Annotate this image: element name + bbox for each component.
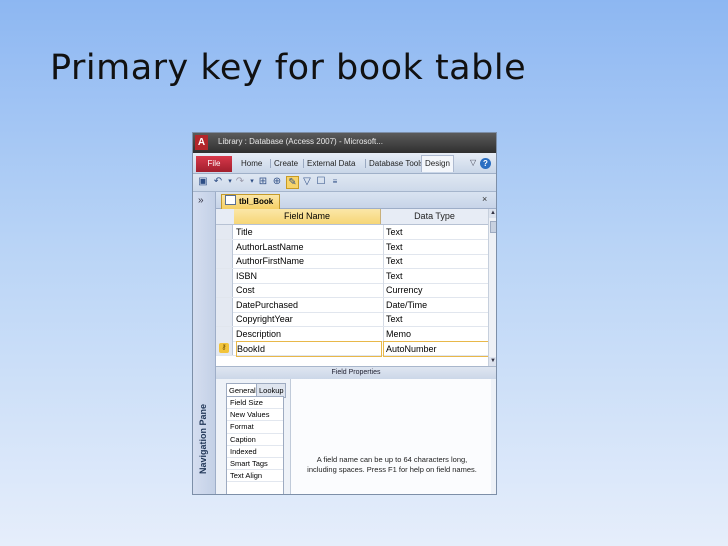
relationships-icon[interactable]: ⊕ — [271, 176, 283, 188]
filter-icon[interactable]: ▽ — [301, 176, 313, 188]
row-selector[interactable] — [216, 326, 233, 341]
field-name-cell[interactable]: Title — [236, 225, 380, 239]
table-row[interactable]: AuthorFirstName Text — [216, 254, 488, 269]
customize-toolbar-icon[interactable]: ≡ — [329, 176, 341, 188]
property-help-text: A field name can be up to 64 characters … — [307, 455, 477, 474]
slide-title: Primary key for book table — [50, 48, 527, 88]
row-selector[interactable] — [216, 283, 233, 297]
column-header-data-type[interactable]: Data Type — [381, 209, 488, 224]
ribbon-minimize-icon[interactable]: ▽ — [470, 158, 476, 167]
row-selector[interactable] — [216, 312, 233, 326]
help-icon[interactable]: ? — [480, 158, 491, 169]
property-item[interactable]: Field Size — [227, 397, 283, 410]
row-selector[interactable] — [216, 268, 233, 283]
field-name-cell[interactable]: CopyrightYear — [236, 312, 380, 326]
tab-file[interactable]: File — [196, 156, 232, 172]
row-selector[interactable]: ⚷ — [216, 341, 233, 355]
scroll-down-icon[interactable]: ▼ — [489, 357, 496, 366]
primary-key-icon[interactable]: ✎ — [286, 176, 299, 189]
quick-access-toolbar: ▣ ↶ ▾ ↷ ▾ ⊞ ⊕ ✎ ▽ ☐ ≡ — [193, 174, 496, 192]
field-name-cell[interactable]: BookId — [236, 341, 382, 357]
title-bar: A Library : Database (Access 2007) - Mic… — [193, 133, 496, 153]
navigation-pane-label: Navigation Pane — [198, 403, 208, 475]
tab-home[interactable]: Home — [241, 159, 262, 168]
data-type-cell[interactable]: Date/Time — [383, 297, 490, 312]
field-name-cell[interactable]: ISBN — [236, 269, 380, 283]
data-type-cell[interactable]: AutoNumber — [383, 341, 491, 357]
row-selector[interactable] — [216, 297, 233, 312]
property-item[interactable]: Smart Tags — [227, 458, 283, 471]
table-row[interactable]: Title Text — [216, 225, 488, 240]
grid-header: Field Name Data Type — [216, 209, 488, 225]
table-row[interactable]: Cost Currency — [216, 283, 488, 298]
table-row-current[interactable]: ⚷ BookId AutoNumber — [216, 341, 491, 357]
table-row[interactable]: AuthorLastName Text — [216, 239, 490, 255]
data-type-cell[interactable]: Text — [383, 312, 490, 326]
property-item[interactable]: Text Align — [227, 470, 283, 483]
undo-icon[interactable]: ↶ — [212, 176, 224, 188]
property-item[interactable]: Indexed — [227, 446, 283, 458]
nav-pane-toggle-icon[interactable]: » — [198, 195, 204, 206]
data-type-cell[interactable]: Memo — [383, 326, 490, 341]
table-row[interactable]: CopyrightYear Text — [216, 312, 488, 327]
field-properties-panel: General Lookup Field Size New Values For… — [216, 379, 496, 494]
tab-design[interactable]: Design — [421, 155, 454, 172]
field-name-cell[interactable]: Description — [236, 327, 380, 341]
ribbon-tabs: File Home Create External Data Database … — [193, 153, 496, 174]
tab-create[interactable]: Create — [270, 159, 298, 168]
field-name-cell[interactable]: Cost — [236, 283, 380, 297]
property-list: Field Size New Values Format Caption Ind… — [226, 396, 284, 494]
row-selector[interactable] — [216, 225, 233, 239]
table-row[interactable]: Description Memo — [216, 326, 490, 342]
object-tab-label: tbl_Book — [239, 197, 274, 206]
data-type-cell[interactable]: Text — [383, 239, 490, 254]
row-selector[interactable] — [216, 254, 233, 268]
data-type-cell[interactable]: Text — [383, 254, 490, 268]
datasheet-icon[interactable]: ☐ — [315, 176, 327, 188]
grid-scrollbar[interactable]: ▲ ▼ — [488, 209, 496, 366]
tab-database-tools[interactable]: Database Tools — [365, 159, 421, 168]
field-name-cell[interactable]: DatePurchased — [236, 298, 380, 312]
table-row[interactable]: DatePurchased Date/Time — [216, 297, 490, 313]
column-header-field-name[interactable]: Field Name — [234, 209, 381, 224]
table-icon — [225, 195, 236, 205]
data-type-cell[interactable]: Text — [383, 268, 490, 283]
primary-key-icon: ⚷ — [219, 343, 229, 353]
tab-tbl-book[interactable]: tbl_Book — [221, 194, 281, 209]
object-tab-bar: tbl_Book × — [216, 192, 496, 209]
view-icon[interactable]: ⊞ — [257, 176, 269, 188]
table-row[interactable]: ISBN Text — [216, 268, 490, 284]
property-help-pane: A field name can be up to 64 characters … — [290, 379, 491, 494]
redo-icon[interactable]: ↷ — [234, 176, 246, 188]
close-icon[interactable]: × — [482, 194, 487, 204]
property-item[interactable]: New Values — [227, 409, 283, 422]
table-design-grid: Field Name Data Type Title Text AuthorLa… — [216, 209, 491, 366]
navigation-pane[interactable]: » Navigation Pane — [193, 192, 216, 494]
scroll-up-icon[interactable]: ▲ — [489, 209, 496, 218]
row-selector[interactable] — [216, 239, 233, 254]
scroll-thumb[interactable] — [490, 221, 496, 233]
field-properties-header: Field Properties — [216, 366, 496, 380]
field-name-cell[interactable]: AuthorFirstName — [236, 254, 380, 268]
property-item[interactable]: Caption — [227, 434, 283, 446]
data-type-cell[interactable]: Currency — [383, 283, 490, 297]
window-title: Library : Database (Access 2007) - Micro… — [218, 137, 383, 146]
data-type-cell[interactable]: Text — [383, 225, 490, 239]
field-name-cell[interactable]: AuthorLastName — [236, 240, 380, 254]
tab-external-data[interactable]: External Data — [303, 159, 367, 168]
access-logo-icon: A — [195, 135, 208, 150]
property-item[interactable]: Format — [227, 421, 283, 434]
save-icon[interactable]: ▣ — [197, 176, 209, 188]
access-window: A Library : Database (Access 2007) - Mic… — [193, 133, 496, 494]
